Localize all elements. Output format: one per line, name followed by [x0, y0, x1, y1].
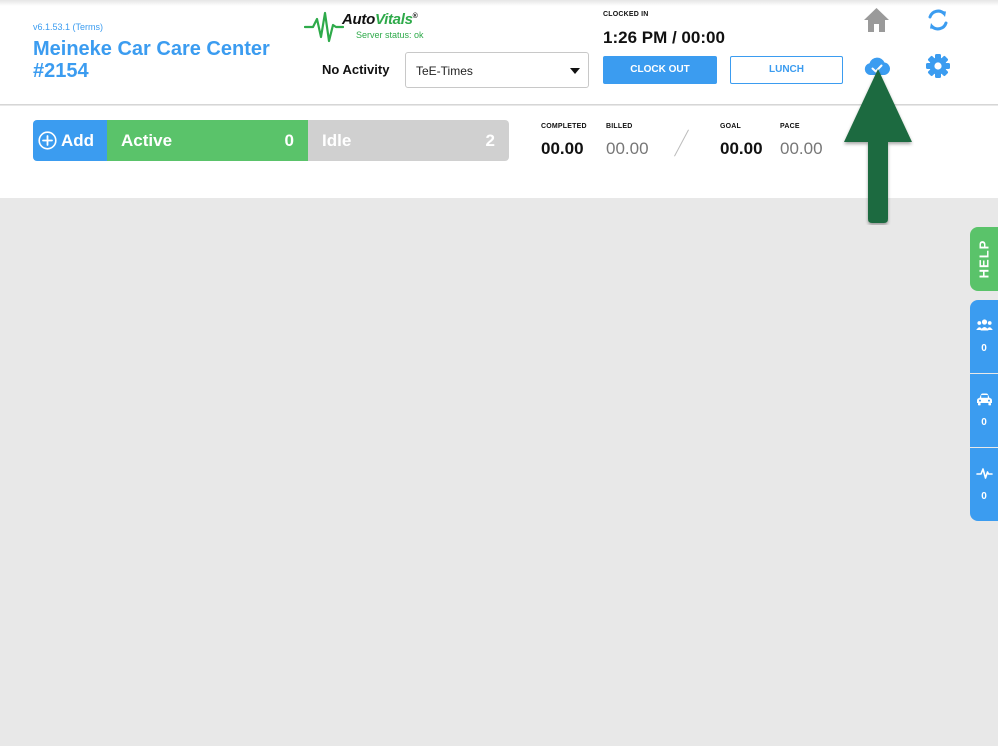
home-icon[interactable]: [863, 7, 890, 33]
help-tab[interactable]: HELP: [970, 227, 998, 291]
tab-active-label: Active: [121, 131, 173, 150]
shop-name-line2: #2154: [33, 60, 89, 82]
version-terms-link[interactable]: v6.1.53.1 (Terms): [33, 22, 103, 32]
billed-value: 00.00: [606, 139, 649, 158]
arrow-up-annotation: [844, 69, 912, 223]
activity-label: No Activity: [322, 62, 390, 77]
refresh-icon[interactable]: [925, 7, 951, 33]
car-icon: [977, 393, 992, 406]
pulse-icon: [976, 468, 993, 479]
heartbeat-logo-icon: [304, 11, 344, 43]
goal-label: GOAL: [720, 123, 742, 130]
help-tab-label: HELP: [976, 239, 992, 279]
lunch-button[interactable]: LUNCH: [730, 56, 843, 84]
stats-divider: [674, 129, 689, 157]
pace-label: PACE: [780, 123, 800, 130]
shop-name-line1: Meineke Car Care Center: [33, 38, 270, 60]
completed-value: 00.00: [541, 139, 584, 158]
add-button[interactable]: Add: [33, 120, 107, 161]
side-tab-customers[interactable]: 0: [970, 300, 998, 373]
vehicles-count: 0: [981, 417, 987, 428]
server-status: Server status: ok: [356, 30, 424, 40]
tab-idle[interactable]: Idle 2: [308, 120, 509, 161]
side-tab-activity[interactable]: 0: [970, 448, 998, 521]
gear-icon[interactable]: [925, 53, 951, 79]
tab-active-count: 0: [284, 131, 294, 150]
tab-active[interactable]: Active 0: [107, 120, 308, 161]
tab-idle-label: Idle: [322, 131, 352, 150]
completed-label: COMPLETED: [541, 123, 587, 130]
tab-idle-count: 2: [485, 131, 495, 150]
logo-trademark: ®: [412, 13, 418, 20]
activity-select-value: TeE-Times: [416, 64, 473, 78]
users-icon: [976, 319, 993, 331]
logo-wordmark: AutoVitals®: [342, 11, 418, 28]
caret-down-icon: [570, 68, 580, 74]
customers-count: 0: [981, 343, 987, 354]
side-tab-vehicles[interactable]: 0: [970, 374, 998, 447]
goal-value: 00.00: [720, 139, 763, 158]
add-button-label: Add: [61, 131, 95, 150]
clock-time: 1:26 PM / 00:00: [603, 28, 725, 47]
logo-word-auto: Auto: [342, 11, 375, 28]
activity-count: 0: [981, 491, 987, 502]
logo-word-vitals: Vitals: [374, 11, 413, 28]
shop-name: Meineke Car Care Center #2154: [33, 38, 313, 82]
billed-label: BILLED: [606, 123, 633, 130]
autovitals-logo: AutoVitals® Server status: ok: [304, 10, 444, 44]
clocked-in-label: CLOCKED IN: [603, 11, 649, 18]
activity-select[interactable]: TeE-Times: [405, 52, 589, 88]
plus-circle-icon: [38, 131, 57, 150]
clock-out-button[interactable]: CLOCK OUT: [603, 56, 717, 84]
pace-value: 00.00: [780, 139, 823, 158]
